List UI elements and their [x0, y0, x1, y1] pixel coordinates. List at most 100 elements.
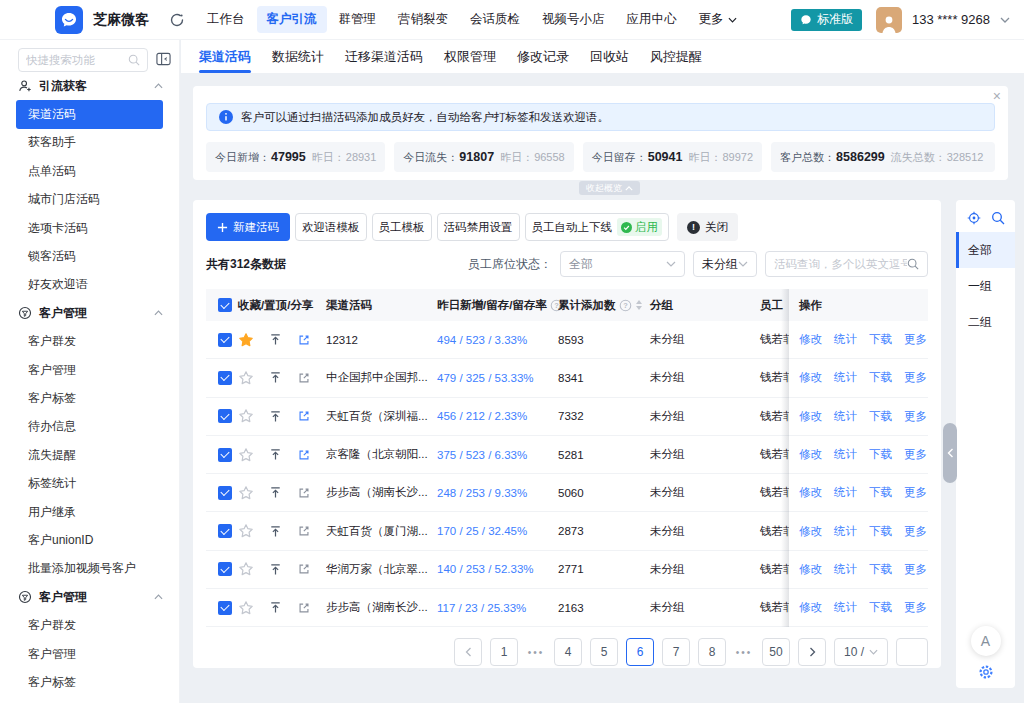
row-action-link[interactable]: 统计: [834, 447, 857, 462]
share-icon[interactable]: [297, 333, 311, 347]
share-icon[interactable]: [297, 409, 311, 423]
pin-top-icon[interactable]: [268, 600, 283, 615]
row-action-link[interactable]: 修改: [799, 409, 822, 424]
row-checkbox[interactable]: [218, 448, 232, 462]
topbar-nav-item[interactable]: 工作台: [197, 6, 255, 33]
row-action-link[interactable]: 下载: [869, 409, 892, 424]
stats-link[interactable]: 248 / 253 / 9.33%: [437, 487, 527, 499]
welcome-template-button[interactable]: 欢迎语模板: [295, 213, 367, 241]
row-action-link[interactable]: 更多: [904, 447, 927, 462]
account-chevron-down-icon[interactable]: [1000, 17, 1010, 23]
collapse-overview-pill[interactable]: 收起概览: [579, 181, 640, 195]
close-toggle-button[interactable]: ! 关闭: [677, 213, 738, 241]
star-icon[interactable]: [238, 561, 254, 577]
page-ellipsis[interactable]: •••: [734, 638, 754, 666]
row-action-link[interactable]: 统计: [834, 409, 857, 424]
share-icon[interactable]: [297, 601, 311, 615]
avatar[interactable]: [876, 7, 902, 33]
next-page-button[interactable]: [798, 638, 826, 666]
row-checkbox[interactable]: [218, 486, 232, 500]
topbar-nav-item[interactable]: 营销裂变: [388, 6, 458, 33]
page-button[interactable]: 50: [762, 638, 790, 666]
page-button[interactable]: 6: [626, 638, 654, 666]
star-icon[interactable]: [238, 523, 254, 539]
sidebar-item[interactable]: 城市门店活码: [16, 186, 163, 214]
tab[interactable]: 权限管理: [444, 40, 496, 73]
row-action-link[interactable]: 修改: [799, 332, 822, 347]
pin-top-icon[interactable]: [268, 447, 283, 462]
row-action-link[interactable]: 修改: [799, 447, 822, 462]
plan-badge[interactable]: 标准版: [791, 9, 862, 31]
sidebar-item[interactable]: 客户群发: [16, 328, 163, 356]
page-ellipsis[interactable]: •••: [526, 638, 546, 666]
tab[interactable]: 回收站: [590, 40, 629, 73]
star-icon[interactable]: [238, 408, 254, 424]
row-action-link[interactable]: 下载: [869, 370, 892, 385]
row-action-link[interactable]: 修改: [799, 370, 822, 385]
sidebar-search-input[interactable]: 快捷搜索功能: [18, 48, 148, 72]
row-action-link[interactable]: 修改: [799, 562, 822, 577]
stats-link[interactable]: 375 / 523 / 6.33%: [437, 449, 527, 461]
overview-close-icon[interactable]: ×: [993, 88, 1001, 104]
row-action-link[interactable]: 下载: [869, 447, 892, 462]
sidebar-item[interactable]: 客户标签: [16, 384, 163, 412]
staff-template-button[interactable]: 员工模板: [372, 213, 432, 241]
auto-online-button[interactable]: 员工自动上下线 启用: [525, 213, 670, 241]
row-action-link[interactable]: 统计: [834, 600, 857, 615]
row-action-link[interactable]: 统计: [834, 332, 857, 347]
pin-top-icon[interactable]: [268, 332, 283, 347]
group-filter-select[interactable]: 未分组: [693, 251, 757, 277]
account-number[interactable]: 133 **** 9268: [912, 12, 990, 27]
stats-link[interactable]: 140 / 253 / 52.33%: [437, 563, 534, 575]
sidebar-item[interactable]: 批量添加视频号客户: [16, 555, 163, 583]
sidebar-item[interactable]: 标签统计: [16, 469, 163, 497]
sidebar-item[interactable]: 流失提醒: [16, 441, 163, 469]
tab[interactable]: 修改记录: [517, 40, 569, 73]
star-icon[interactable]: [238, 485, 254, 501]
row-action-link[interactable]: 修改: [799, 485, 822, 500]
row-action-link[interactable]: 统计: [834, 485, 857, 500]
share-icon[interactable]: [297, 448, 311, 462]
row-action-link[interactable]: 下载: [869, 600, 892, 615]
row-action-link[interactable]: 下载: [869, 562, 892, 577]
seat-status-select[interactable]: 全部: [560, 251, 685, 277]
sidebar-item[interactable]: 好友欢迎语: [16, 271, 163, 299]
locate-icon[interactable]: [967, 211, 981, 225]
row-action-link[interactable]: 更多: [904, 600, 927, 615]
stats-link[interactable]: 456 / 212 / 2.33%: [437, 410, 527, 422]
refresh-icon[interactable]: [169, 12, 185, 28]
sidebar-item[interactable]: 获客助手: [16, 129, 163, 157]
pin-top-icon[interactable]: [268, 370, 283, 385]
sidebar-item[interactable]: 待办信息: [16, 413, 163, 441]
pin-top-icon[interactable]: [268, 409, 283, 424]
sidebar-collapse-icon[interactable]: [156, 52, 171, 66]
group-tab[interactable]: 二组: [956, 304, 1015, 340]
topbar-nav-item[interactable]: 会话质检: [460, 6, 530, 33]
page-button[interactable]: 4: [554, 638, 582, 666]
page-jump-input[interactable]: [896, 638, 928, 666]
row-checkbox[interactable]: [218, 371, 232, 385]
stats-link[interactable]: 494 / 523 / 3.33%: [437, 334, 527, 346]
row-action-link[interactable]: 更多: [904, 409, 927, 424]
row-action-link[interactable]: 更多: [904, 332, 927, 347]
page-button[interactable]: 8: [698, 638, 726, 666]
row-action-link[interactable]: 修改: [799, 524, 822, 539]
sidebar-section-header[interactable]: 引流获客: [0, 72, 179, 100]
tab[interactable]: 风控提醒: [650, 40, 702, 73]
new-qrcode-button[interactable]: 新建活码: [206, 213, 290, 241]
gear-icon[interactable]: [978, 664, 994, 680]
row-action-link[interactable]: 更多: [904, 524, 927, 539]
row-action-link[interactable]: 修改: [799, 600, 822, 615]
row-action-link[interactable]: 统计: [834, 370, 857, 385]
topbar-nav-item[interactable]: 视频号小店: [532, 6, 615, 33]
page-size-select[interactable]: 10 /: [834, 638, 888, 666]
topbar-nav-item[interactable]: 客户引流: [257, 6, 327, 33]
row-action-link[interactable]: 下载: [869, 332, 892, 347]
star-icon[interactable]: [238, 332, 254, 348]
sidebar-section-header[interactable]: 客户管理: [0, 299, 179, 327]
row-action-link[interactable]: 更多: [904, 370, 927, 385]
row-action-link[interactable]: 统计: [834, 524, 857, 539]
assistant-button[interactable]: A: [971, 626, 1001, 656]
sidebar-item[interactable]: 用户继承: [16, 498, 163, 526]
pin-top-icon[interactable]: [268, 562, 283, 577]
